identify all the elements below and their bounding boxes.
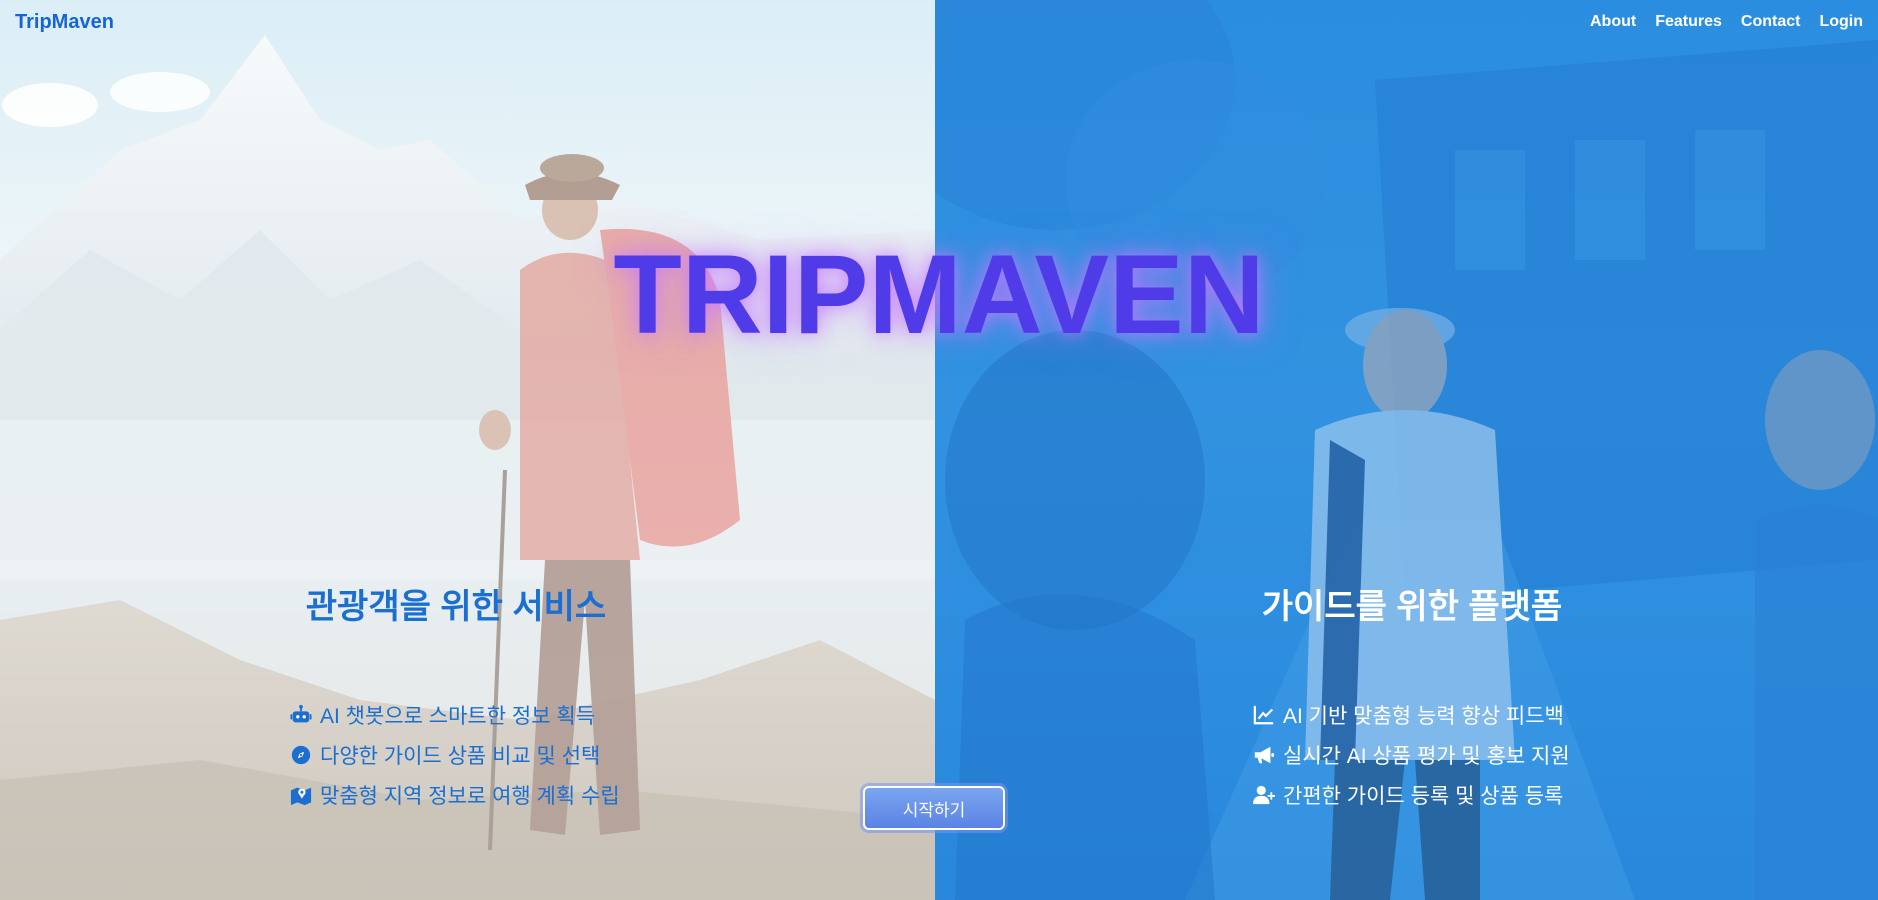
feature-text: 실시간 AI 상품 평가 및 홍보 지원 [1283,745,1570,768]
list-item: AI 챗봇으로 스마트한 정보 획득 [288,695,620,735]
nav-login[interactable]: Login [1819,13,1863,31]
list-item: 다양한 가이드 상품 비교 및 선택 [288,735,620,775]
guide-feature-list: AI 기반 맞춤형 능력 향상 피드백 실시간 AI 상품 평가 및 홍보 지원… [1251,695,1570,815]
list-item: 맞춤형 지역 정보로 여행 계획 수립 [288,775,620,815]
nav-about[interactable]: About [1590,13,1636,31]
nav-features[interactable]: Features [1655,13,1722,31]
chart-line-icon [1251,704,1277,726]
feature-text: 맞춤형 지역 정보로 여행 계획 수립 [320,785,620,808]
feature-text: 다양한 가이드 상품 비교 및 선택 [320,745,601,768]
list-item: 간편한 가이드 등록 및 상품 등록 [1251,775,1570,815]
bullhorn-icon [1251,744,1277,766]
tourist-feature-list: AI 챗봇으로 스마트한 정보 획득 다양한 가이드 상품 비교 및 선택 맞춤… [288,695,620,815]
feature-text: AI 챗봇으로 스마트한 정보 획득 [320,705,596,728]
feature-text: 간편한 가이드 등록 및 상품 등록 [1283,785,1564,808]
user-plus-icon [1251,784,1277,806]
list-item: AI 기반 맞춤형 능력 향상 피드백 [1251,695,1570,735]
robot-icon [288,704,314,726]
brand-logo[interactable]: TripMaven [15,11,114,34]
nav-contact[interactable]: Contact [1741,13,1801,31]
top-nav: About Features Contact Login [1590,13,1863,31]
map-location-icon [288,784,314,806]
start-button[interactable]: 시작하기 [863,786,1005,830]
feature-text: AI 기반 맞춤형 능력 향상 피드백 [1283,705,1564,728]
hero-title: TRIPMAVEN [613,232,1265,357]
guide-heading: 가이드를 위한 플랫폼 [1261,588,1563,626]
list-item: 실시간 AI 상품 평가 및 홍보 지원 [1251,735,1570,775]
compass-icon [288,744,314,766]
tourist-heading: 관광객을 위한 서비스 [305,588,607,626]
